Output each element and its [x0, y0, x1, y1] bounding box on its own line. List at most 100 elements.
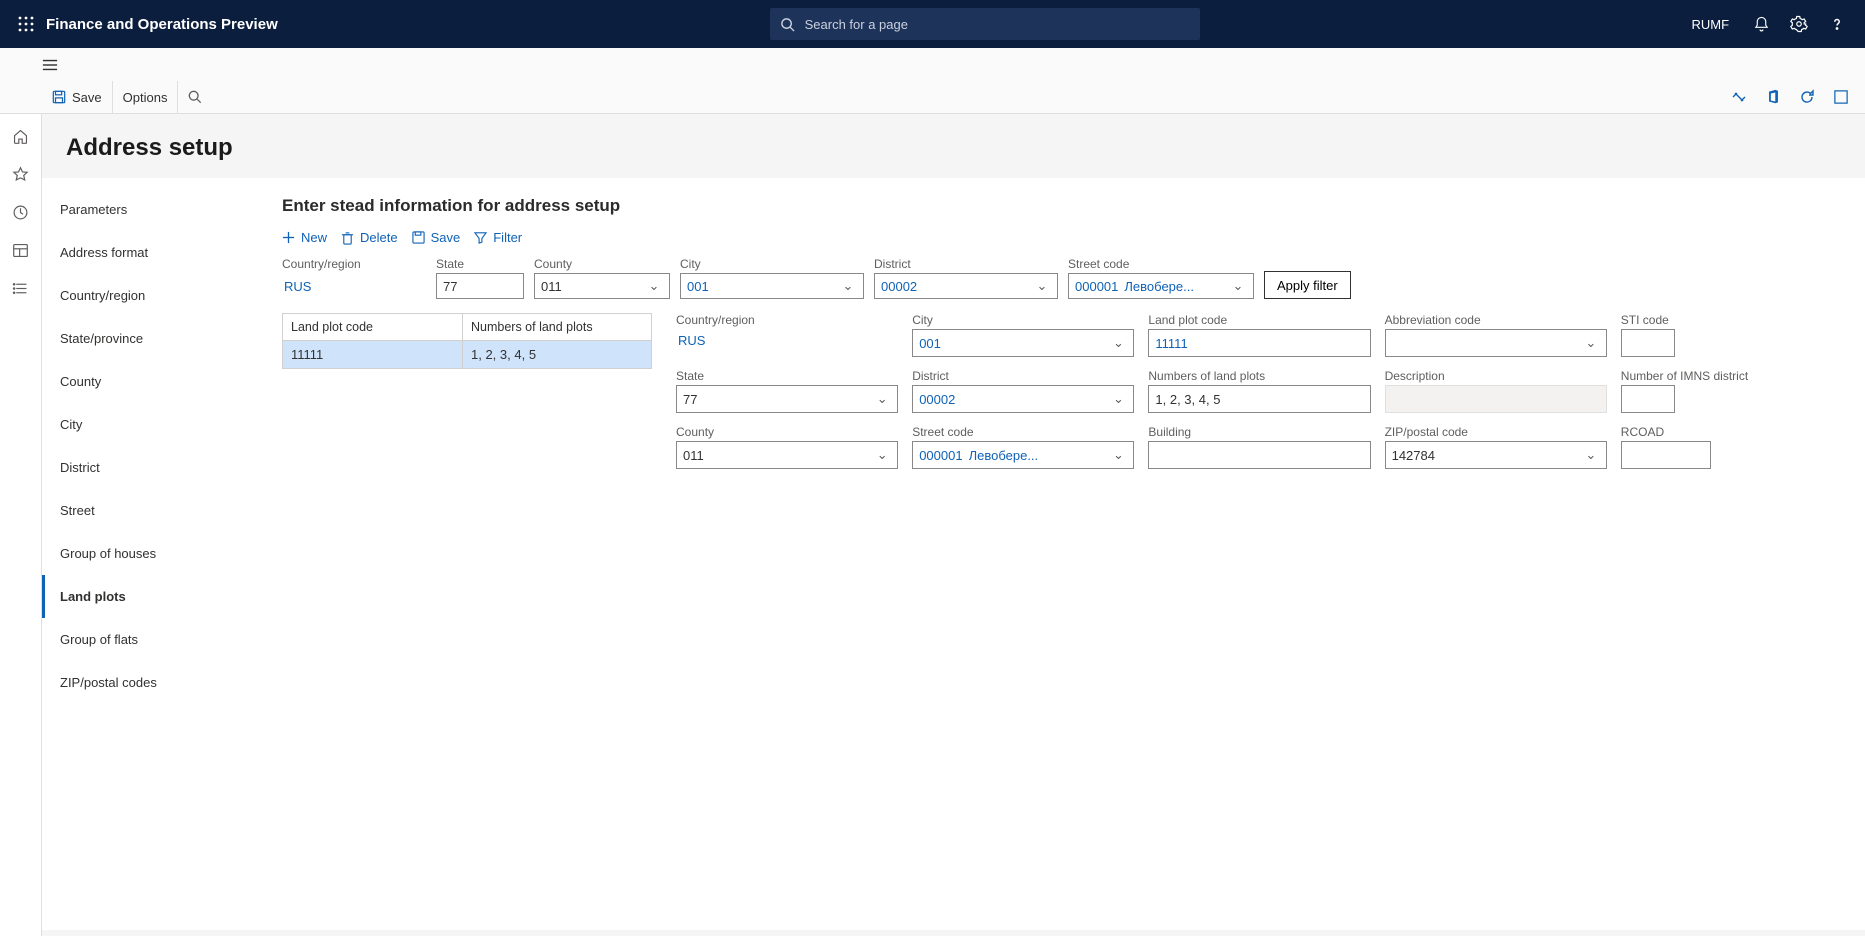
toolbar-delete-label: Delete: [360, 230, 398, 245]
chevron-down-icon: ⌄: [839, 278, 857, 294]
settings-button[interactable]: [1787, 12, 1811, 36]
section-menu-item[interactable]: District: [42, 446, 260, 489]
section-menu-item[interactable]: Address format: [42, 231, 260, 274]
hamburger-icon: [42, 58, 58, 72]
section-menu-item[interactable]: County: [42, 360, 260, 403]
detail-landplot-input[interactable]: 11111: [1148, 329, 1370, 357]
filter-row: Country/region RUS State 77 County 011⌄ …: [282, 257, 1843, 299]
detail-state-select[interactable]: 77⌄: [676, 385, 898, 413]
filter-district-select[interactable]: 00002⌄: [874, 273, 1058, 299]
help-icon: [1828, 15, 1846, 33]
chevron-down-icon: ⌄: [645, 278, 663, 294]
action-save-label: Save: [72, 90, 102, 105]
rail-workspaces[interactable]: [7, 236, 35, 264]
detail-country-value: RUS: [676, 329, 898, 351]
section-title: Enter stead information for address setu…: [282, 196, 1843, 216]
app-launcher-button[interactable]: [10, 0, 42, 48]
detail-county-label: County: [676, 425, 898, 439]
office-button[interactable]: [1763, 87, 1783, 107]
detail-building-label: Building: [1148, 425, 1370, 439]
detail-desc-label: Description: [1385, 369, 1607, 383]
detail-building-input[interactable]: [1148, 441, 1370, 469]
page-title: Address setup: [42, 114, 1865, 178]
detail-numbers-input[interactable]: 1, 2, 3, 4, 5: [1148, 385, 1370, 413]
chevron-down-icon: ⌄: [873, 391, 891, 407]
top-bar: Finance and Operations Preview RUMF: [0, 0, 1865, 48]
refresh-button[interactable]: [1797, 87, 1817, 107]
help-button[interactable]: [1825, 12, 1849, 36]
apply-filter-button[interactable]: Apply filter: [1264, 271, 1351, 299]
grid-col-code[interactable]: Land plot code: [283, 314, 463, 340]
toolbar-new-button[interactable]: New: [282, 230, 327, 245]
rail-modules[interactable]: [7, 274, 35, 302]
rail-home[interactable]: [7, 122, 35, 150]
gear-icon: [1790, 15, 1808, 33]
user-label[interactable]: RUMF: [1691, 17, 1729, 32]
chevron-down-icon: ⌄: [1109, 335, 1127, 351]
nav-toggle-button[interactable]: [0, 48, 1865, 81]
detail-street-select[interactable]: 000001Левобере...⌄: [912, 441, 1134, 469]
tiles-icon: [12, 242, 29, 259]
action-options-button[interactable]: Options: [113, 81, 179, 114]
search-icon: [780, 17, 795, 32]
plus-icon: [282, 231, 295, 244]
detail-rcoad-input[interactable]: [1621, 441, 1711, 469]
detail-country-label: Country/region: [676, 313, 898, 327]
section-menu-item[interactable]: Group of houses: [42, 532, 260, 575]
section-menu-item[interactable]: ZIP/postal codes: [42, 661, 260, 704]
section-menu-item[interactable]: City: [42, 403, 260, 446]
detail-abbrev-select[interactable]: ⌄: [1385, 329, 1607, 357]
filter-street-select[interactable]: 000001Левобере...⌄: [1068, 273, 1254, 299]
grid-row[interactable]: 11111 1, 2, 3, 4, 5: [283, 341, 651, 368]
action-save-button[interactable]: Save: [42, 81, 113, 114]
filter-state-input[interactable]: 77: [436, 273, 524, 299]
clock-icon: [12, 204, 29, 221]
chevron-down-icon: ⌄: [873, 447, 891, 463]
toolbar-delete-button[interactable]: Delete: [341, 230, 398, 245]
global-search[interactable]: [770, 8, 1200, 40]
detail-county-select[interactable]: 011⌄: [676, 441, 898, 469]
grid-col-numbers[interactable]: Numbers of land plots: [463, 314, 651, 340]
section-menu-item[interactable]: Street: [42, 489, 260, 532]
toolbar-filter-label: Filter: [493, 230, 522, 245]
detail-sti-label: STI code: [1621, 313, 1843, 327]
section-menu-item[interactable]: Group of flats: [42, 618, 260, 661]
filter-county-select[interactable]: 011⌄: [534, 273, 670, 299]
section-menu-item[interactable]: Land plots: [42, 575, 260, 618]
save-icon: [412, 231, 425, 244]
toolbar-save-button[interactable]: Save: [412, 230, 461, 245]
detail-sti-input[interactable]: [1621, 329, 1675, 357]
rail-recent[interactable]: [7, 198, 35, 226]
detail-imns-input[interactable]: [1621, 385, 1675, 413]
action-search-button[interactable]: [178, 81, 212, 114]
filter-district-label: District: [874, 257, 1058, 271]
filter-icon: [474, 231, 487, 244]
global-search-input[interactable]: [803, 16, 1190, 33]
detail-form: Country/regionRUS City001⌄ Land plot cod…: [676, 313, 1843, 469]
list-icon: [12, 280, 29, 297]
expand-button[interactable]: [1831, 87, 1851, 107]
star-icon: [12, 166, 29, 183]
rail-favorites[interactable]: [7, 160, 35, 188]
filter-state-label: State: [436, 257, 524, 271]
grid-cell-code: 11111: [283, 341, 463, 368]
detail-district-label: District: [912, 369, 1134, 383]
filter-country-value: RUS: [282, 273, 426, 299]
detail-city-select[interactable]: 001⌄: [912, 329, 1134, 357]
detail-imns-label: Number of IMNS district: [1621, 369, 1843, 383]
section-menu-item[interactable]: Country/region: [42, 274, 260, 317]
detail-city-label: City: [912, 313, 1134, 327]
section-menu-item[interactable]: Parameters: [42, 188, 260, 231]
filter-city-select[interactable]: 001⌄: [680, 273, 864, 299]
chevron-down-icon: ⌄: [1582, 447, 1600, 463]
notifications-button[interactable]: [1749, 12, 1773, 36]
section-menu-item[interactable]: State/province: [42, 317, 260, 360]
detail-district-select[interactable]: 00002⌄: [912, 385, 1134, 413]
toolbar-new-label: New: [301, 230, 327, 245]
landplot-grid[interactable]: Land plot code Numbers of land plots 111…: [282, 313, 652, 369]
filter-country-label: Country/region: [282, 257, 426, 271]
connector-button[interactable]: [1729, 87, 1749, 107]
toolbar-filter-button[interactable]: Filter: [474, 230, 522, 245]
section-menu: ParametersAddress formatCountry/regionSt…: [42, 178, 260, 930]
detail-zip-select[interactable]: 142784⌄: [1385, 441, 1607, 469]
